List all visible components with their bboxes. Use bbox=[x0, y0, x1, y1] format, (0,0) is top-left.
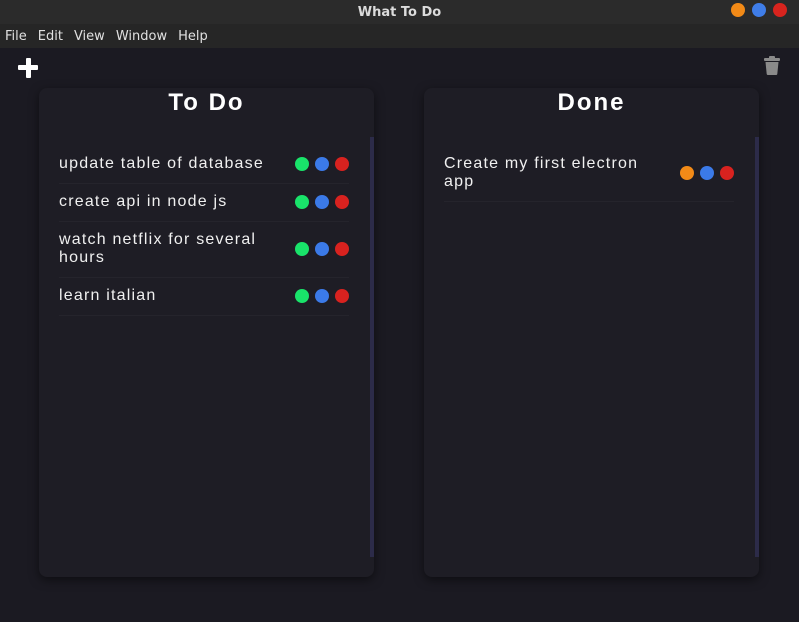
edit-button[interactable] bbox=[315, 242, 329, 256]
menu-edit[interactable]: Edit bbox=[38, 29, 63, 44]
delete-button[interactable] bbox=[335, 157, 349, 171]
title-bar: What To Do bbox=[0, 0, 799, 24]
todo-scrollbar[interactable] bbox=[370, 137, 374, 557]
mark-done-button[interactable] bbox=[295, 157, 309, 171]
delete-button[interactable] bbox=[335, 242, 349, 256]
window-title: What To Do bbox=[357, 4, 442, 20]
done-item: Create my first electron app bbox=[444, 146, 734, 202]
mark-done-button[interactable] bbox=[295, 195, 309, 209]
todo-panel-title: To Do bbox=[168, 89, 245, 116]
done-scrollbar[interactable] bbox=[755, 137, 759, 557]
todo-item: update table of database bbox=[59, 146, 349, 184]
edit-button[interactable] bbox=[700, 166, 714, 180]
menu-window[interactable]: Window bbox=[116, 29, 167, 44]
trash-icon[interactable] bbox=[764, 56, 780, 75]
todo-item-text: learn italian bbox=[59, 287, 157, 304]
window-controls bbox=[731, 3, 787, 17]
todo-item-actions bbox=[295, 157, 349, 171]
edit-button[interactable] bbox=[315, 289, 329, 303]
menu-bar: File Edit View Window Help bbox=[0, 24, 799, 48]
todo-panel: To Do update table of database create ap… bbox=[39, 88, 374, 577]
undo-button[interactable] bbox=[680, 166, 694, 180]
todo-item: learn italian bbox=[59, 278, 349, 316]
menu-file[interactable]: File bbox=[5, 29, 27, 44]
done-item-text: Create my first electron app bbox=[444, 155, 639, 190]
todo-item-text: create api in node js bbox=[59, 193, 228, 210]
minimize-button[interactable] bbox=[731, 3, 745, 17]
todo-list: update table of database create api in n… bbox=[59, 146, 349, 316]
todo-item: watch netflix for several hours bbox=[59, 222, 349, 278]
plus-icon[interactable] bbox=[16, 56, 40, 80]
delete-button[interactable] bbox=[720, 166, 734, 180]
done-panel: Done Create my first electron app bbox=[424, 88, 759, 577]
done-list: Create my first electron app bbox=[444, 146, 734, 202]
delete-button[interactable] bbox=[335, 195, 349, 209]
todo-item-actions bbox=[295, 289, 349, 303]
close-button[interactable] bbox=[773, 3, 787, 17]
mark-done-button[interactable] bbox=[295, 289, 309, 303]
todo-item-actions bbox=[295, 195, 349, 209]
menu-help[interactable]: Help bbox=[178, 29, 208, 44]
todo-item-text: update table of database bbox=[59, 155, 264, 172]
done-panel-title: Done bbox=[557, 89, 626, 116]
mark-done-button[interactable] bbox=[295, 242, 309, 256]
edit-button[interactable] bbox=[315, 195, 329, 209]
todo-item: create api in node js bbox=[59, 184, 349, 222]
delete-button[interactable] bbox=[335, 289, 349, 303]
menu-view[interactable]: View bbox=[74, 29, 105, 44]
todo-item-text: watch netflix for several hours bbox=[59, 231, 257, 266]
maximize-button[interactable] bbox=[752, 3, 766, 17]
edit-button[interactable] bbox=[315, 157, 329, 171]
todo-item-actions bbox=[295, 242, 349, 256]
done-item-actions bbox=[680, 166, 734, 180]
